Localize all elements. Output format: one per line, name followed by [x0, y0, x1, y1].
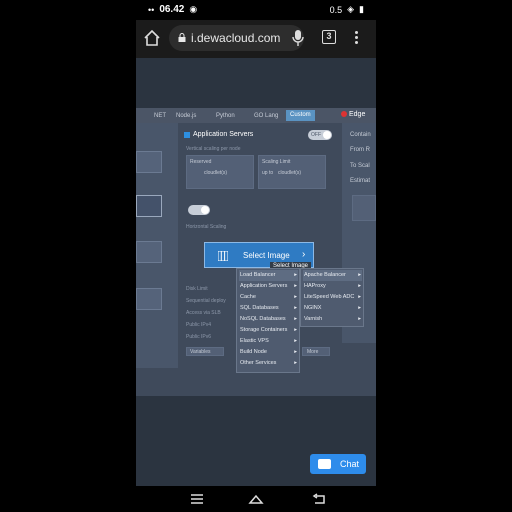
right-line-1: Contain [350, 132, 371, 138]
left-button-3[interactable] [136, 241, 162, 263]
section-toggle[interactable]: OFF [308, 130, 332, 140]
battery-icon: ▮ [359, 4, 364, 14]
chat-button[interactable]: Chat [310, 454, 366, 474]
public-ipv6-label: Public IPv6 [186, 334, 212, 340]
more-label: More [307, 349, 319, 355]
sequential-deploy-label: Sequential deploy [186, 298, 226, 304]
chat-icon [318, 459, 331, 469]
section-title: Application Servers [184, 131, 253, 138]
android-nav-bar [136, 486, 376, 512]
menu-item-sql[interactable]: SQL Databases ▸ [239, 303, 298, 314]
right-line-4: Estimat [350, 178, 371, 184]
right-line-3: To Scal [350, 163, 370, 169]
lock-icon [178, 33, 186, 42]
wifi-icon: ◈ [347, 4, 355, 14]
right-line-2: From R [350, 147, 370, 153]
menu-item-load-balancer[interactable]: Load Balancer ▸ [239, 270, 298, 281]
menu-item-nosql[interactable]: NoSQL Databases ▸ [239, 314, 298, 325]
scaling-limit-label: Scaling Limit [262, 159, 291, 165]
chevron-right-icon: › [302, 249, 306, 260]
menu-item-other[interactable]: Other Services ▸ [239, 358, 298, 369]
menu-item-build-node[interactable]: Build Node ▸ [239, 347, 298, 358]
home-nav-icon[interactable] [248, 493, 264, 505]
scaling-label: Vertical scaling per node [186, 146, 241, 152]
select-image-label: Select Image [243, 251, 290, 260]
right-action-button[interactable] [352, 195, 376, 221]
mic-icon[interactable] [291, 29, 305, 47]
submenu-nginx[interactable]: NGINX ▸ [303, 303, 362, 314]
home-icon[interactable] [143, 29, 161, 47]
left-button-4[interactable] [136, 288, 162, 310]
url-field[interactable]: i.dewacloud.com [169, 25, 304, 51]
tab-nodejs[interactable]: Node.js [176, 111, 196, 121]
stack-tabs: NET Node.js Python GO Lang Custom Edge [136, 108, 376, 123]
submenu-varnish[interactable]: Varnish ▸ [303, 314, 362, 325]
submenu-litespeed[interactable]: LiteSpeed Web ADC ▸ [303, 292, 362, 303]
tab-python[interactable]: Python [216, 111, 235, 121]
up-to-label: up to [262, 170, 274, 176]
status-bar: •• 06.42 ◉ 0.5 ◈ ▮ [136, 0, 376, 20]
tab-custom[interactable]: Custom [286, 110, 315, 121]
edge-label[interactable]: Edge [341, 111, 365, 118]
menu-item-storage[interactable]: Storage Containers ▸ [239, 325, 298, 336]
limit-cloudlets: cloudlet(s) [278, 170, 302, 176]
menu-item-cache[interactable]: Cache ▸ [239, 292, 298, 303]
tab-go[interactable]: GO Lang [254, 111, 278, 121]
horizontal-slider[interactable] [188, 205, 210, 215]
category-menu: Load Balancer ▸ Application Servers ▸ Cach… [236, 268, 300, 373]
left-button-1[interactable] [136, 151, 162, 173]
more-menu-icon[interactable] [353, 29, 359, 47]
url-text: i.dewacloud.com [191, 31, 281, 45]
disk-limit-label: Disk Limit [186, 286, 208, 292]
notification-icon: ◉ [189, 4, 198, 14]
clock: 06.42 [159, 4, 185, 15]
signal-icons: •• [148, 4, 155, 15]
load-balancer-submenu: Apache Balancer ▸ HAProxy ▸ LiteSpeed Web … [300, 268, 364, 327]
app-server-icon [184, 131, 190, 138]
recents-icon[interactable] [190, 493, 204, 505]
left-panel [136, 123, 178, 368]
access-slb-label: Access via SLB [186, 310, 221, 316]
back-icon[interactable] [312, 493, 326, 505]
flag-icon [341, 111, 347, 118]
submenu-apache[interactable]: Apache Balancer ▸ [303, 270, 362, 281]
grid-icon [218, 251, 228, 261]
tab-net[interactable]: NET [154, 111, 166, 121]
browser-toolbar: i.dewacloud.com 3 [136, 20, 376, 58]
submenu-haproxy[interactable]: HAProxy ▸ [303, 281, 362, 292]
menu-item-elastic-vps[interactable]: Elastic VPS ▸ [239, 336, 298, 347]
variables-label: Variables [190, 349, 211, 355]
horizontal-label: Horizontal Scaling [186, 224, 227, 230]
left-button-2[interactable] [136, 195, 162, 217]
reserved-label: Reserved [190, 159, 212, 165]
menu-item-app-servers[interactable]: Application Servers ▸ [239, 281, 298, 292]
speed-text: 0.5 [329, 4, 343, 15]
page-background [136, 58, 376, 108]
public-ipv4-label: Public IPv4 [186, 322, 212, 328]
tabs-button[interactable]: 3 [322, 30, 336, 44]
chat-label: Chat [340, 459, 360, 469]
reserved-cloudlets: cloudlet(s) [204, 170, 228, 176]
